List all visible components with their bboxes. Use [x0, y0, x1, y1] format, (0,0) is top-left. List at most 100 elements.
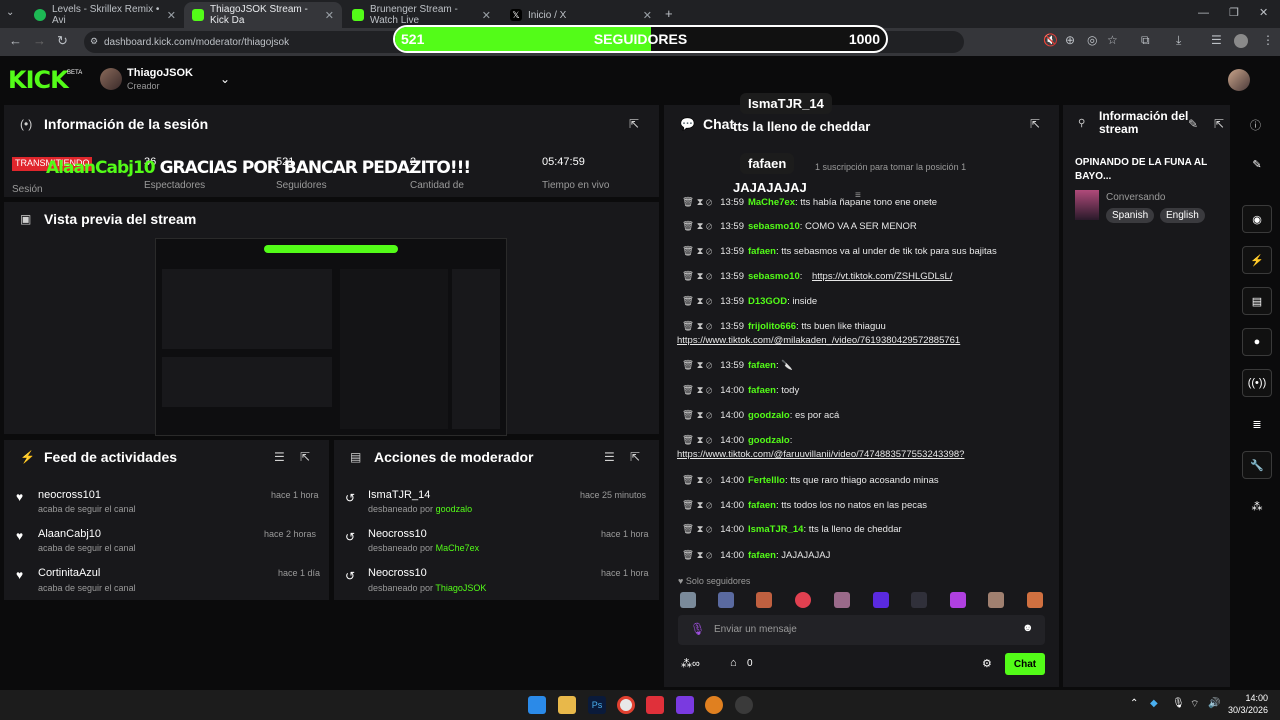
browser-tab-1[interactable]: ThiagoJSOK Stream - Kick Da ✕ [184, 2, 342, 28]
maximize-button[interactable]: ❐ [1229, 6, 1239, 19]
clock-date[interactable]: 30/3/2026 [1218, 705, 1268, 715]
wifi-icon[interactable]: ⌔ [1190, 698, 1199, 711]
chat-username[interactable]: Fertelllo [748, 475, 785, 486]
mod-tools-icon[interactable]: 🗑 ⧗ ⊘ [682, 385, 712, 396]
avatar[interactable] [100, 68, 122, 90]
mod-tools-icon[interactable]: 🗑 ⧗ ⊘ [682, 221, 712, 232]
chat-username[interactable]: D13GOD [748, 296, 787, 307]
chat-link[interactable]: https://www.tiktok.com/@milakaden_/video… [677, 335, 960, 346]
back-button[interactable]: ← [9, 33, 22, 48]
minimize-button[interactable]: — [1198, 7, 1209, 19]
mod-tools-icon[interactable]: 🗑 ⧗ ⊘ [682, 246, 712, 257]
category-thumbnail[interactable] [1075, 190, 1099, 220]
filter-icon[interactable]: ☰ [604, 450, 615, 464]
tag-chip[interactable]: Spanish [1106, 208, 1155, 223]
popout-icon[interactable]: ⇱ [1030, 117, 1040, 131]
mod-tools-icon[interactable]: 🗑 ⧗ ⊘ [682, 500, 712, 511]
forward-button[interactable]: → [33, 33, 46, 48]
chat-username[interactable]: sebasmo10 [748, 221, 800, 232]
emoji-icon[interactable]: ☻ [1022, 622, 1034, 634]
new-tab-button[interactable]: + [665, 6, 673, 21]
mic-tray-icon[interactable]: 🎙 [1172, 698, 1185, 709]
mod-tools-icon[interactable]: 🗑 ⧗ ⊘ [682, 410, 712, 421]
mod-tools-icon[interactable]: 🗑 ⧗ ⊘ [682, 360, 712, 371]
emote-icon[interactable] [718, 592, 734, 608]
photoshop-icon[interactable]: Ps [588, 696, 606, 714]
sidebar-icon[interactable]: ☰ [1211, 33, 1222, 47]
clock-time[interactable]: 14:00 [1228, 693, 1268, 703]
chat-username[interactable]: fafaen [748, 500, 776, 511]
emote-icon[interactable] [795, 592, 811, 608]
emote-icon[interactable] [756, 592, 772, 608]
info-icon[interactable]: ⓘ [1250, 117, 1261, 133]
feed-item-name[interactable]: CortinitaAzul [38, 567, 100, 579]
channel-username[interactable]: ThiagoJSOK [127, 67, 193, 79]
mod-tools-icon[interactable]: 🗑 ⧗ ⊘ [682, 524, 712, 535]
tray-app-icon[interactable]: ◆ [1150, 698, 1158, 709]
emote-icon[interactable] [680, 592, 696, 608]
extensions-icon[interactable]: ⧉ [1141, 33, 1150, 48]
points-icon[interactable]: ⁂∞ [681, 657, 700, 670]
file-explorer-icon[interactable] [558, 696, 576, 714]
zoom-icon[interactable]: ⊕ [1065, 33, 1075, 47]
mod-item-name[interactable]: Neocross10 [368, 528, 427, 540]
mod-item-name[interactable]: Neocross10 [368, 567, 427, 579]
popout-icon[interactable]: ⇱ [630, 450, 640, 464]
clipboard-icon[interactable]: ▤ [1242, 287, 1272, 315]
chat-username[interactable]: goodzalo [748, 435, 790, 446]
popout-icon[interactable]: ⇱ [300, 450, 310, 464]
chat-username[interactable]: goodzalo [748, 410, 790, 421]
mod-tools-icon[interactable]: 🗑 ⧗ ⊘ [682, 435, 712, 446]
profile-icon[interactable] [1234, 34, 1248, 48]
store-icon[interactable]: ⌂ [730, 657, 737, 669]
stack-icon[interactable]: ≣ [1242, 410, 1272, 438]
mod-tools-icon[interactable]: 🗑 ⧗ ⊘ [682, 197, 712, 208]
mod-item-by[interactable]: ThiagoJSOK [435, 583, 486, 593]
apps-icon[interactable]: ⁂ [1242, 492, 1272, 520]
bookmark-star-icon[interactable]: ☆ [1107, 33, 1118, 47]
chrome-icon[interactable] [617, 696, 635, 714]
popout-icon[interactable]: ⇱ [629, 117, 639, 131]
chat-username[interactable]: sebasmo10 [748, 271, 800, 282]
site-info-icon[interactable]: ⚙ [90, 36, 98, 47]
chat-username[interactable]: IsmaTJR_14 [748, 524, 803, 535]
app-icon[interactable] [646, 696, 664, 714]
chat-username[interactable]: frijolito666 [748, 321, 796, 332]
kick-logo[interactable]: KICK [8, 66, 69, 94]
close-icon[interactable]: ✕ [482, 9, 491, 22]
blender-icon[interactable] [705, 696, 723, 714]
mic-icon[interactable]: 🎙 [690, 622, 705, 636]
emote-icon[interactable] [1027, 592, 1043, 608]
settings-gear-icon[interactable]: ⚙ [982, 657, 992, 670]
window-close-button[interactable]: ✕ [1259, 6, 1268, 19]
stream-preview-video[interactable] [155, 238, 507, 436]
user-avatar[interactable] [1228, 69, 1250, 91]
emote-icon[interactable] [873, 592, 889, 608]
close-icon[interactable]: ✕ [167, 9, 176, 22]
chat-link[interactable]: https://vt.tiktok.com/ZSHLGDLsL/ [812, 271, 952, 282]
mod-item-by[interactable]: MaChe7ex [436, 543, 480, 553]
wrench-icon[interactable]: 🔧 [1242, 451, 1272, 479]
emote-icon[interactable] [950, 592, 966, 608]
chat-username[interactable]: fafaen [748, 385, 776, 396]
chat-username[interactable]: fafaen [748, 360, 776, 371]
tray-chevron-icon[interactable]: ⌃ [1130, 698, 1138, 709]
feed-item-name[interactable]: neocross101 [38, 489, 101, 501]
mod-item-by[interactable]: goodzalo [436, 504, 473, 514]
chat-icon[interactable]: ● [1242, 328, 1272, 356]
tab-search-icon[interactable]: ⌄ [6, 7, 14, 18]
broadcast-icon[interactable]: ((•)) [1242, 369, 1272, 397]
send-chat-button[interactable]: Chat [1005, 653, 1045, 675]
filter-icon[interactable]: ☰ [274, 450, 285, 464]
mod-tools-icon[interactable]: 🗑 ⧗ ⊘ [682, 550, 712, 561]
popout-icon[interactable]: ⇱ [1214, 117, 1224, 131]
emote-icon[interactable] [911, 592, 927, 608]
mod-tools-icon[interactable]: 🗑 ⧗ ⊘ [682, 296, 712, 307]
edit-pencil-icon[interactable]: ✎ [1188, 117, 1198, 131]
chat-username[interactable]: MaChe7ex [748, 197, 795, 208]
windows-start-icon[interactable] [528, 696, 546, 714]
mute-icon[interactable]: 🔇 [1043, 33, 1058, 47]
eye-off-icon[interactable]: ◎ [1087, 33, 1097, 47]
app-icon[interactable] [676, 696, 694, 714]
chat-link[interactable]: https://www.tiktok.com/@faruuvillanii/vi… [677, 449, 964, 460]
